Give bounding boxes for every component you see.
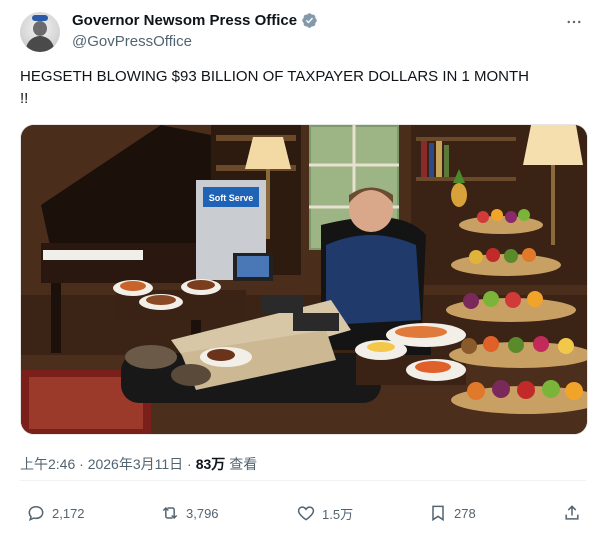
- display-name[interactable]: Governor Newsom Press Office: [72, 12, 297, 29]
- tweet-text: HEGSETH BLOWING $93 BILLION OF TAXPAYER …: [20, 66, 586, 110]
- action-bar: 2,172 3,796 1.5万 278: [20, 498, 586, 528]
- reply-count: 2,172: [52, 505, 85, 521]
- share-icon: [565, 505, 579, 520]
- name-row: Governor Newsom Press Office: [72, 12, 318, 29]
- tweet-text-line-1: HEGSETH BLOWING $93 BILLION OF TAXPAYER …: [20, 68, 530, 85]
- divider: [20, 480, 586, 481]
- tweet-text-line-2: !!: [20, 90, 29, 107]
- more-icon[interactable]: [564, 12, 584, 32]
- handle[interactable]: @GovPressOffice: [72, 33, 192, 50]
- verified-badge-icon: [302, 13, 317, 28]
- share-button[interactable]: [562, 498, 582, 528]
- timestamp[interactable]: 上午2:46 · 2026年3月11日 ·: [20, 454, 192, 474]
- reply-button[interactable]: 2,172: [26, 498, 85, 528]
- tweet-media-image[interactable]: Soft Serve: [20, 124, 588, 435]
- views-label: 查看: [229, 456, 258, 472]
- media-illustration: Soft Serve: [21, 125, 587, 434]
- views-count: 83万: [195, 456, 226, 472]
- repost-icon: [162, 506, 178, 520]
- like-button[interactable]: 1.5万: [296, 498, 353, 528]
- bookmark-button[interactable]: 278: [428, 498, 476, 528]
- avatar[interactable]: [20, 12, 60, 52]
- repost-count: 3,796: [186, 505, 219, 521]
- tweet-header: Governor Newsom Press Office @GovPressOf…: [20, 10, 586, 54]
- like-icon: [297, 506, 315, 521]
- tweet-meta: 上午2:46 · 2026年3月11日 · 83万 查看: [20, 454, 257, 474]
- like-count: 1.5万: [322, 506, 354, 522]
- bookmark-count: 278: [454, 505, 476, 521]
- machine-label: Soft Serve: [209, 193, 254, 203]
- bookmark-icon: [432, 505, 444, 522]
- repost-button[interactable]: 3,796: [160, 498, 219, 528]
- reply-icon: [28, 505, 44, 522]
